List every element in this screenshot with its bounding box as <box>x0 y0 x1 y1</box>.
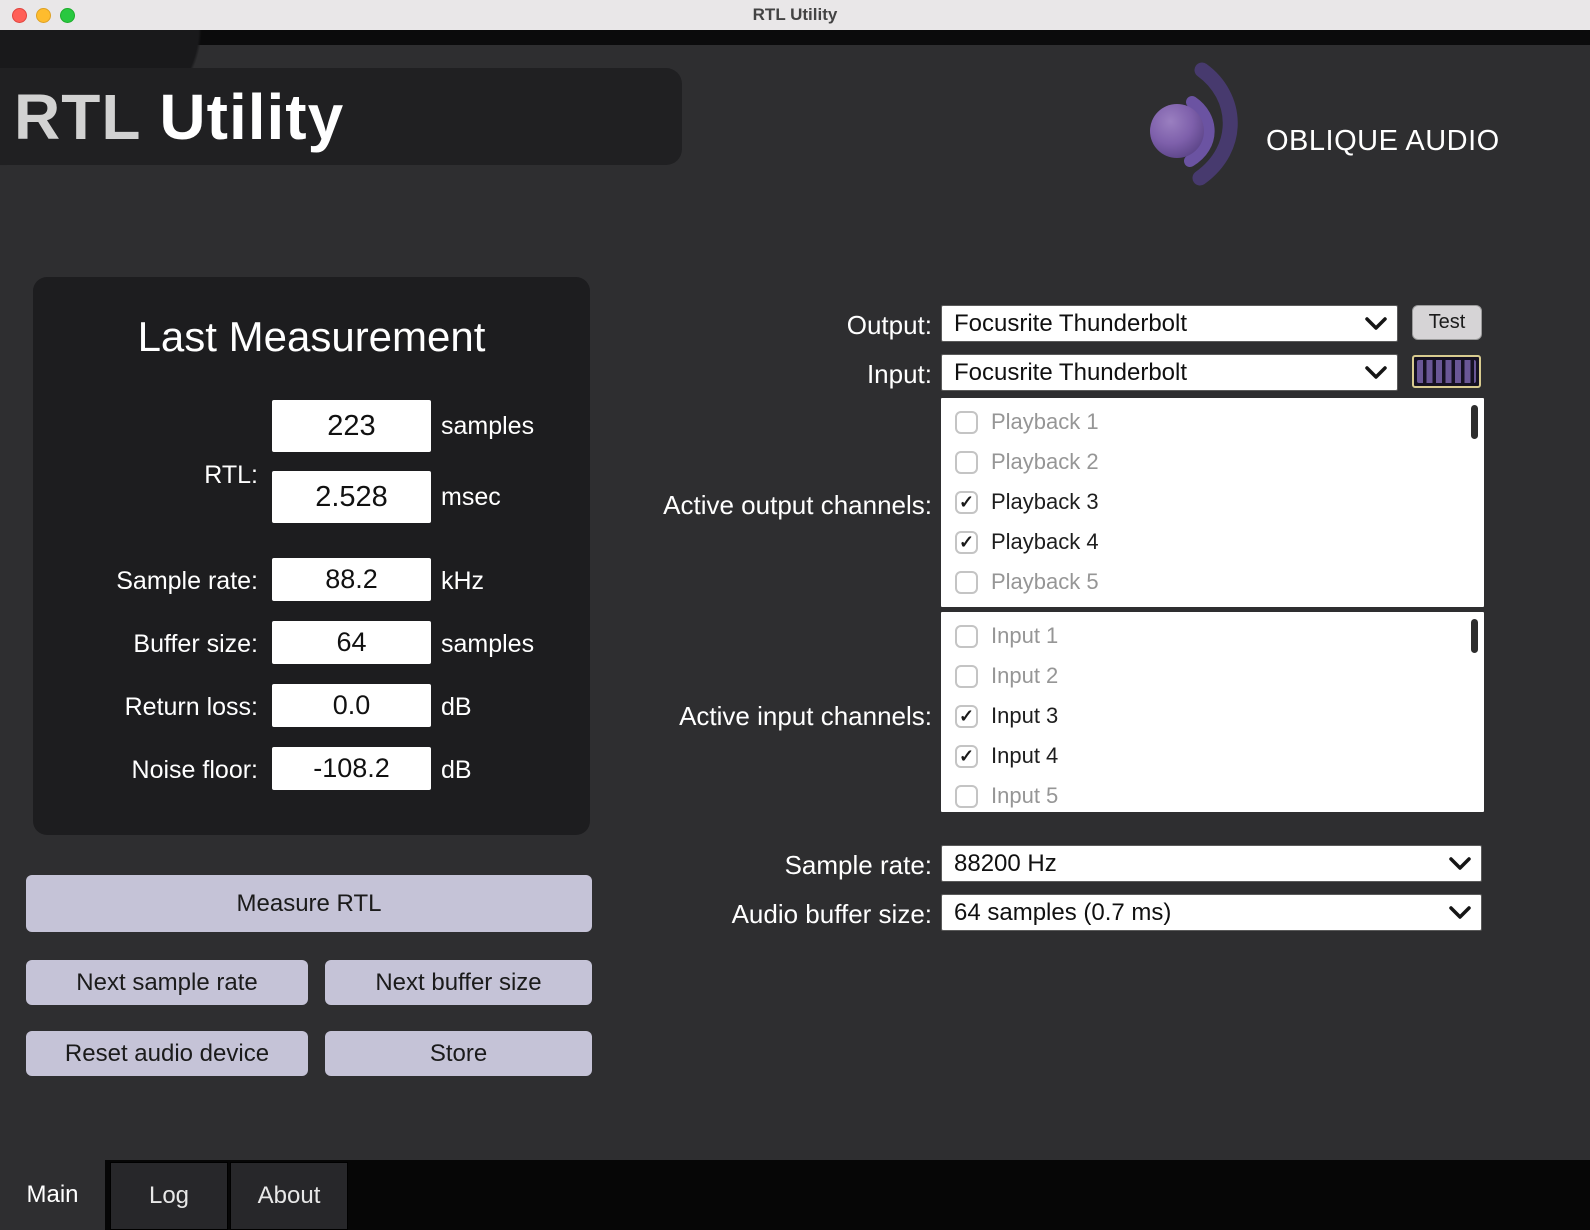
channel-label: Playback 1 <box>991 409 1099 434</box>
sample-rate-unit: kHz <box>441 567 485 595</box>
return-loss-unit: dB <box>441 693 472 721</box>
channel-label: Input 4 <box>991 743 1059 768</box>
oblique-audio-logo-icon <box>1140 62 1252 209</box>
test-button[interactable]: Test <box>1412 305 1482 340</box>
next-sample-rate-button[interactable]: Next sample rate <box>26 960 308 1005</box>
tab-log[interactable]: Log <box>110 1162 228 1230</box>
last-measurement-title: Last Measurement <box>137 313 486 360</box>
active-output-channels-label: Active output channels: <box>663 490 932 520</box>
return-loss-label: Return loss: <box>124 693 258 721</box>
playback-2-checkbox[interactable]: ✓ <box>955 450 978 474</box>
buffer-size-unit: samples <box>441 630 535 658</box>
sample-rate-value: 88200 Hz <box>954 849 1057 877</box>
check-icon: ✓ <box>958 532 975 552</box>
playback-5-checkbox[interactable]: ✓ <box>955 570 978 594</box>
noise-floor-unit: dB <box>441 756 472 784</box>
sample-rate-dropdown[interactable]: 88200 Hz <box>941 845 1482 882</box>
audio-buffer-size-dropdown[interactable]: 64 samples (0.7 ms) <box>941 894 1482 931</box>
tab-bar: Main Log About <box>0 1160 1590 1230</box>
rtl-samples-field: 223 <box>272 400 431 452</box>
rtl-msec-unit: msec <box>441 483 501 511</box>
input-device-value: Focusrite Thunderbolt <box>954 358 1188 386</box>
input-3-checkbox[interactable]: ✓ <box>955 704 978 728</box>
window-titlebar: RTL Utility <box>0 0 1590 30</box>
input-device-dropdown[interactable]: Focusrite Thunderbolt <box>941 354 1398 391</box>
app-title-utility: Utility <box>159 80 345 153</box>
brand: OBLIQUE AUDIO <box>1140 62 1500 209</box>
channel-row: ✓ Playback 1 <box>941 402 1484 442</box>
input-4-checkbox[interactable]: ✓ <box>955 744 978 768</box>
rtl-samples-unit: samples <box>441 412 535 440</box>
channel-row: ✓ Playback 5 <box>941 562 1484 602</box>
next-buffer-size-button[interactable]: Next buffer size <box>325 960 592 1005</box>
reset-audio-device-button[interactable]: Reset audio device <box>26 1031 308 1076</box>
check-icon: ✓ <box>958 706 975 726</box>
rtl-msec-field: 2.528 <box>272 471 431 523</box>
channel-label: Input 2 <box>991 663 1059 688</box>
app-title-rtl: RTL <box>14 80 142 153</box>
input-5-checkbox[interactable]: ✓ <box>955 784 978 808</box>
channel-row: ✓ Input 3 <box>941 696 1484 736</box>
store-button[interactable]: Store <box>325 1031 592 1076</box>
app-header: RTL Utility <box>0 68 682 165</box>
output-label: Output: <box>846 310 932 340</box>
channel-row: ✓ Playback 4 <box>941 522 1484 562</box>
sample-rate-label: Sample rate: <box>116 567 258 595</box>
channel-label: Playback 5 <box>991 569 1099 594</box>
output-channels-list: ✓ Playback 1 ✓ Playback 2 ✓ Playback 3 ✓… <box>941 398 1484 607</box>
channel-label: Playback 4 <box>991 529 1099 554</box>
window-title: RTL Utility <box>752 5 838 24</box>
check-icon: ✓ <box>958 746 975 766</box>
chevron-down-icon <box>1365 365 1387 380</box>
level-meter-bars <box>1417 360 1476 383</box>
return-loss-field: 0.0 <box>272 684 431 727</box>
playback-3-checkbox[interactable]: ✓ <box>955 490 978 514</box>
channel-row: ✓ Input 1 <box>941 616 1484 656</box>
tab-main[interactable]: Main <box>0 1160 105 1230</box>
rtl-label: RTL: <box>204 461 258 489</box>
chevron-down-icon <box>1365 316 1387 331</box>
channel-row: ✓ Input 5 <box>941 776 1484 816</box>
buffer-size-field: 64 <box>272 621 431 664</box>
channel-row: ✓ Playback 3 <box>941 482 1484 522</box>
channel-row: ✓ Playback 2 <box>941 442 1484 482</box>
channel-row: ✓ Input 4 <box>941 736 1484 776</box>
input-label: Input: <box>866 359 932 389</box>
noise-floor-label: Noise floor: <box>131 756 258 784</box>
output-device-dropdown[interactable]: Focusrite Thunderbolt <box>941 305 1398 342</box>
sample-rate-setting-label: Sample rate: <box>784 850 932 880</box>
chevron-down-icon <box>1449 856 1471 871</box>
scrollbar-thumb[interactable] <box>1471 619 1478 653</box>
channel-label: Input 3 <box>991 703 1059 728</box>
input-2-checkbox[interactable]: ✓ <box>955 664 978 688</box>
channel-label: Input 5 <box>991 783 1059 808</box>
input-1-checkbox[interactable]: ✓ <box>955 624 978 648</box>
channel-row: ✓ Input 2 <box>941 656 1484 696</box>
channel-label: Input 1 <box>991 623 1059 648</box>
last-measurement-panel: Last Measurement RTL: 223 samples 2.528 … <box>33 277 590 835</box>
sample-rate-field: 88.2 <box>272 558 431 601</box>
scrollbar-thumb[interactable] <box>1471 405 1478 439</box>
check-icon: ✓ <box>958 492 975 512</box>
channel-label: Playback 2 <box>991 449 1099 474</box>
input-level-meter <box>1412 355 1481 388</box>
tab-about[interactable]: About <box>230 1162 348 1230</box>
buffer-size-label: Buffer size: <box>133 630 258 658</box>
output-device-value: Focusrite Thunderbolt <box>954 309 1188 337</box>
app-title: RTL Utility <box>14 85 344 149</box>
audio-buffer-size-value: 64 samples (0.7 ms) <box>954 898 1172 926</box>
app-window: RTL Utility RTL Utility OBLIQUE AUDIO La… <box>0 0 1590 1230</box>
measure-rtl-button[interactable]: Measure RTL <box>26 875 592 932</box>
input-channels-list: ✓ Input 1 ✓ Input 2 ✓ Input 3 ✓ Input 4 … <box>941 612 1484 812</box>
chevron-down-icon <box>1449 905 1471 920</box>
playback-1-checkbox[interactable]: ✓ <box>955 410 978 434</box>
playback-4-checkbox[interactable]: ✓ <box>955 530 978 554</box>
active-input-channels-label: Active input channels: <box>679 701 932 731</box>
audio-buffer-size-label: Audio buffer size: <box>731 899 932 929</box>
channel-label: Playback 3 <box>991 489 1099 514</box>
noise-floor-field: -108.2 <box>272 747 431 790</box>
brand-name: OBLIQUE AUDIO <box>1266 125 1500 157</box>
